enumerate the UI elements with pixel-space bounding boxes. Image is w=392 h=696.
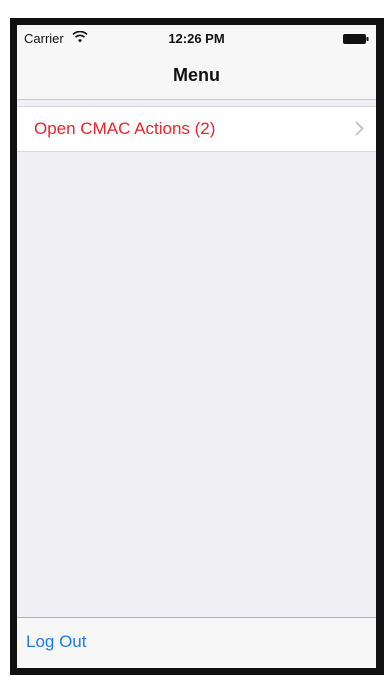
menu-list: Open CMAC Actions (2) — [17, 106, 376, 152]
menu-item-label: Open CMAC Actions (2) — [34, 119, 216, 138]
app-screen: Carrier 12:26 PM Menu Open CMAC Actions … — [17, 25, 376, 668]
navigation-bar: Carrier 12:26 PM Menu — [17, 25, 376, 100]
menu-item-open-cmac-actions[interactable]: Open CMAC Actions (2) — [17, 107, 376, 151]
chevron-right-icon — [355, 121, 364, 136]
battery-icon — [343, 34, 369, 44]
device-frame: Carrier 12:26 PM Menu Open CMAC Actions … — [10, 18, 384, 675]
page-title: Menu — [173, 65, 220, 85]
status-bar: Carrier 12:26 PM — [17, 25, 376, 51]
status-time: 12:26 PM — [168, 31, 225, 46]
logout-button[interactable]: Log Out — [26, 632, 87, 652]
bottom-toolbar: Log Out — [17, 617, 376, 668]
